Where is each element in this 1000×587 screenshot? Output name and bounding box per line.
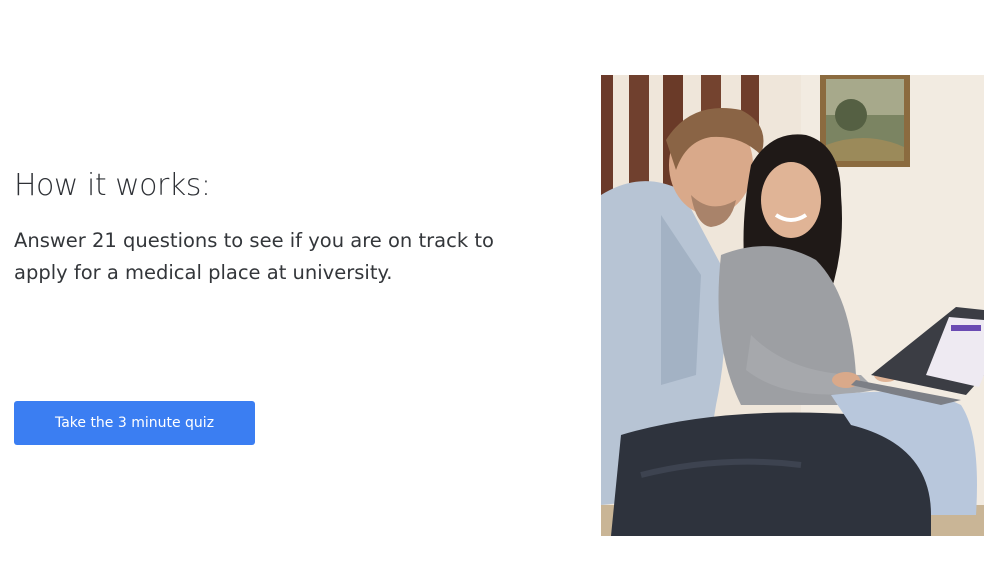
couple-laptop-photo <box>601 75 984 536</box>
take-quiz-button[interactable]: Take the 3 minute quiz <box>14 401 255 445</box>
section-heading: How it works: <box>14 168 211 203</box>
section-description: Answer 21 questions to see if you are on… <box>14 229 494 284</box>
how-it-works-section: How it works: Answer 21 questions to see… <box>0 0 1000 587</box>
